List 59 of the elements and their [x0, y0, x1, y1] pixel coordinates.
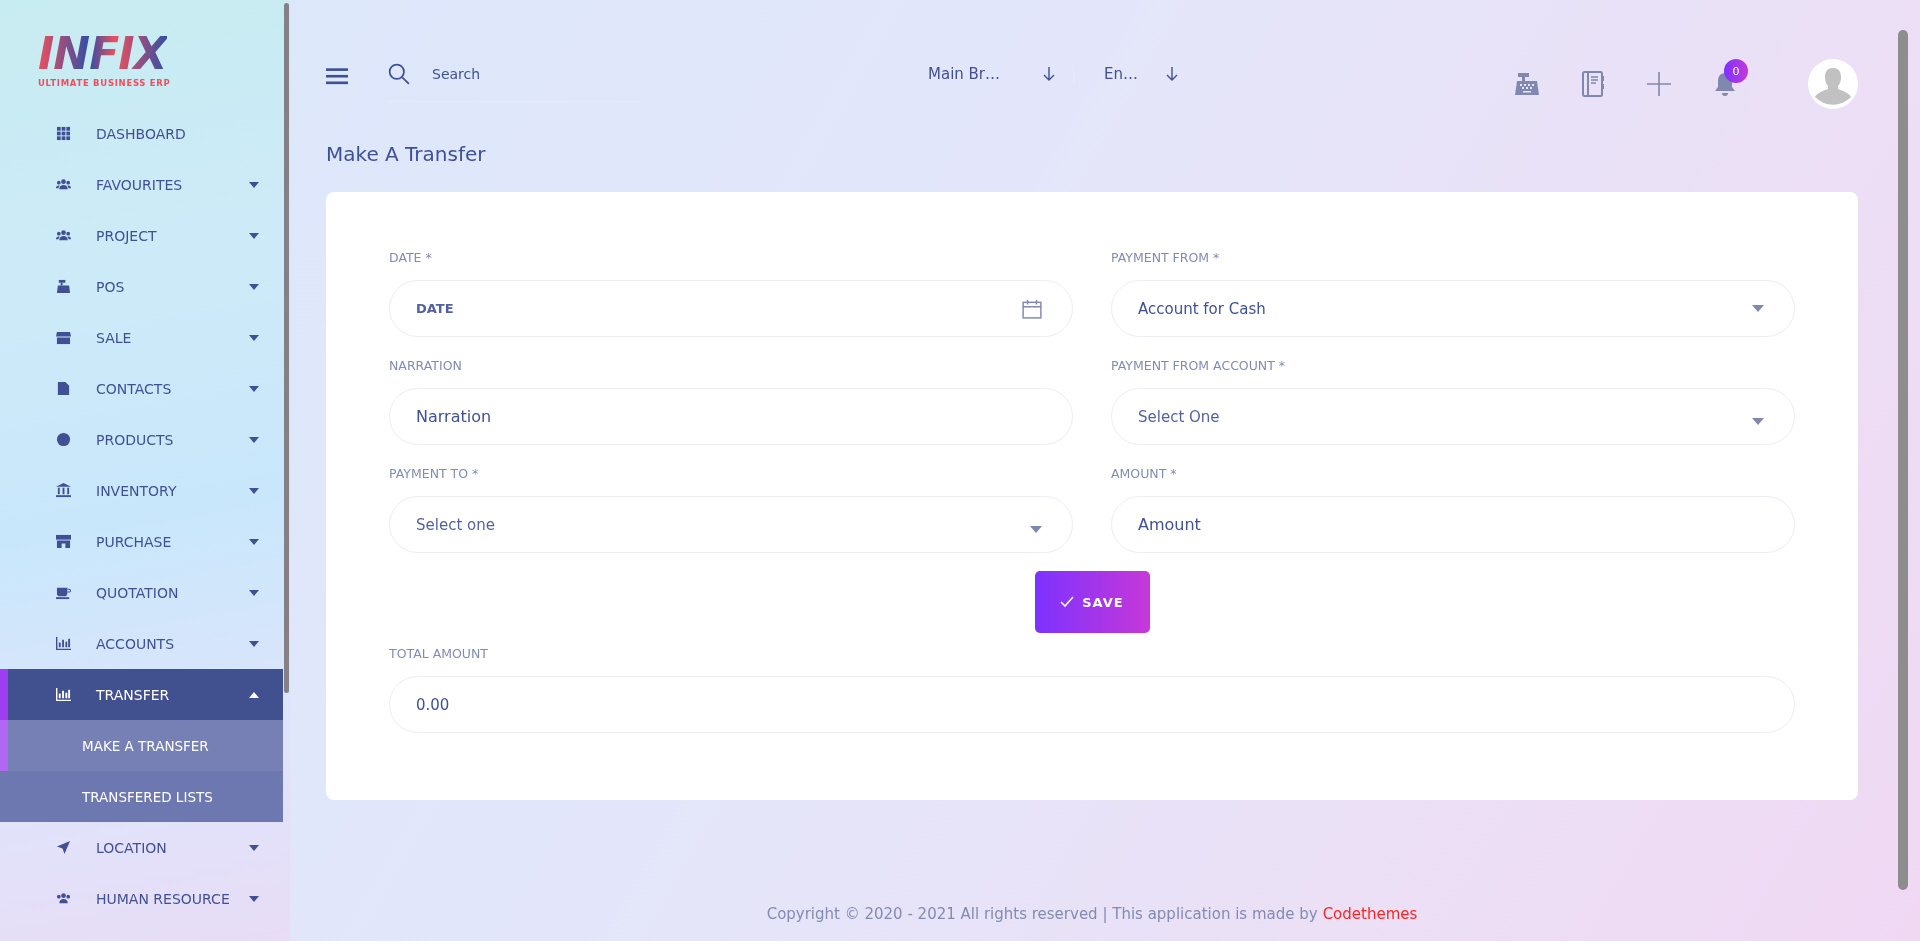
caret-icon [1752, 418, 1764, 425]
caret-icon [1030, 526, 1042, 533]
menu-icon[interactable] [326, 67, 348, 85]
down-arrow-icon [1043, 67, 1055, 81]
search-field[interactable]: Search [430, 65, 584, 83]
scrollbar-thumb[interactable] [284, 3, 289, 693]
grid-icon [56, 126, 71, 141]
avatar[interactable] [1808, 59, 1858, 109]
logo-tagline: ULTIMATE BUSINESS ERP [38, 78, 171, 88]
check-icon [1060, 596, 1075, 608]
sidebar-item[interactable]: PRODUCTS [0, 414, 283, 465]
bank-icon [56, 483, 71, 498]
sidebar-item[interactable]: CONTACTS [0, 363, 283, 414]
bar-chart-icon [56, 687, 71, 702]
cash-register-icon [56, 279, 71, 294]
header-dropdown[interactable]: Main Br… [898, 65, 1073, 83]
field-label: PAYMENT TO * [389, 466, 480, 483]
copyright-text: Copyright © 2020 - 2021 All rights reserved | This application is made by [766, 905, 1318, 923]
down-arrow-icon [1166, 67, 1178, 81]
field-label: NARRATION [389, 358, 463, 375]
sidebar-item[interactable]: FAVOURITES [0, 159, 283, 210]
calendar-icon [1022, 298, 1042, 319]
field-label: DATE * [389, 250, 433, 267]
field-label: PAYMENT FROM * [1111, 250, 1221, 267]
submenu-item[interactable]: MAKE A TRANSFER [0, 720, 283, 771]
sidebar-item[interactable]: TRANSFER [0, 669, 283, 720]
bar-chart-icon [56, 636, 71, 651]
people-icon [56, 228, 71, 243]
document-icon [56, 381, 71, 396]
header-dropdown[interactable]: En… [1073, 65, 1194, 83]
sidebar-item[interactable]: LOCATION [0, 822, 283, 873]
sidebar-item[interactable]: HUMAN RESOURCE [0, 873, 283, 924]
search-icon[interactable] [388, 63, 410, 85]
sidebar-item[interactable]: DASHBOARD [0, 108, 283, 159]
sidebar-item[interactable]: ACCOUNTS [0, 618, 283, 669]
scrollbar-thumb[interactable] [1898, 30, 1908, 890]
sidebar-item[interactable]: PROJECT [0, 210, 283, 261]
plus-icon[interactable] [1646, 71, 1672, 97]
sidebar-item[interactable]: PURCHASE [0, 516, 283, 567]
notebook-icon[interactable] [1580, 71, 1606, 97]
people-icon [56, 891, 71, 906]
submenu-item[interactable]: TRANSFERED LISTS [0, 771, 283, 822]
sidebar-item[interactable]: QUOTATION [0, 567, 283, 618]
sidebar-item[interactable]: INVENTORY [0, 465, 283, 516]
field-label: AMOUNT * [1111, 466, 1178, 483]
notification-badge: 0 [1724, 59, 1748, 83]
caret-icon [1752, 305, 1764, 312]
shop-icon [56, 534, 71, 549]
save-button[interactable]: SAVE [1034, 571, 1150, 633]
people-icon [56, 177, 71, 192]
navigation-arrow-icon [56, 840, 71, 855]
cup-icon [56, 585, 71, 600]
store-icon [56, 330, 71, 345]
field-label: PAYMENT FROM ACCOUNT * [1111, 358, 1287, 375]
cash-register-icon[interactable] [1514, 71, 1540, 97]
sidebar-item[interactable]: SALE [0, 312, 283, 363]
field-label: TOTAL AMOUNT [389, 646, 489, 663]
page-title: Make A Transfer [326, 142, 487, 168]
sidebar-item[interactable]: POS [0, 261, 283, 312]
